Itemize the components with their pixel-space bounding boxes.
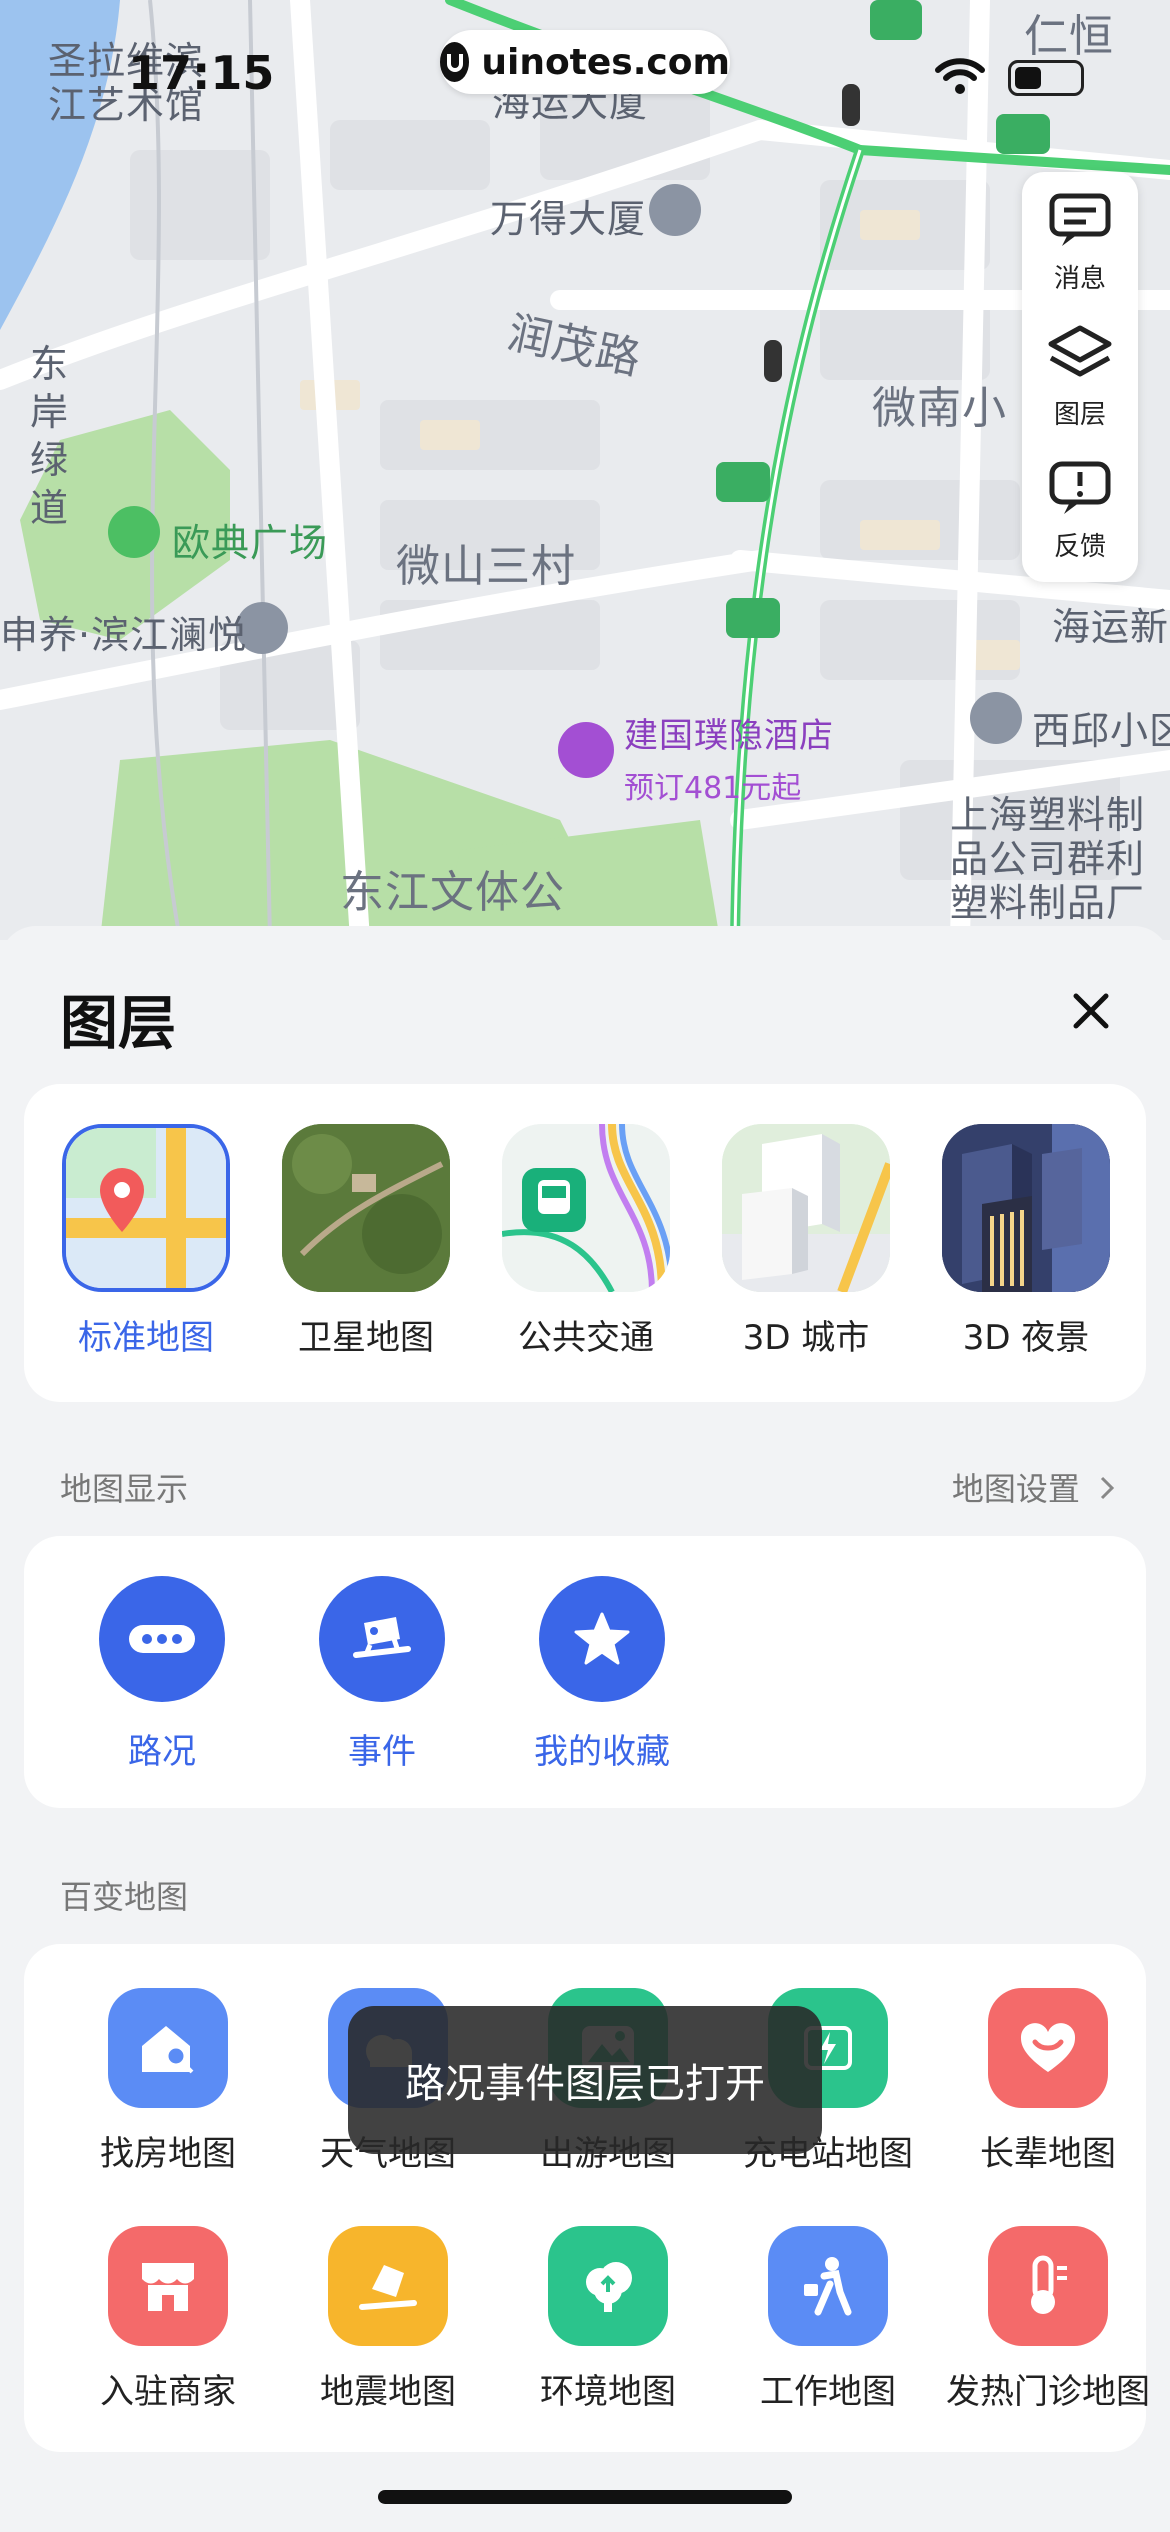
message-icon xyxy=(1048,192,1112,252)
heart-icon xyxy=(988,1988,1108,2108)
variety-label: 工作地图 xyxy=(760,2372,896,2412)
layer-transit[interactable]: 公共交通 xyxy=(502,1124,670,1359)
hotel-price: 预订481元起 xyxy=(624,771,802,806)
close-icon xyxy=(1056,993,1126,1050)
map-label: 东岸绿道 xyxy=(30,342,70,530)
close-button[interactable] xyxy=(1056,976,1126,1046)
layer-satellite[interactable]: 卫星地图 xyxy=(282,1124,450,1359)
layer-standard[interactable]: 标准地图 xyxy=(62,1124,230,1359)
house-search-icon xyxy=(108,1988,228,2108)
map-label: 申养·滨江澜悦 xyxy=(0,613,248,657)
variety-label: 地震地图 xyxy=(320,2372,456,2412)
watermark-text: uinotes.com xyxy=(481,41,730,83)
variety-label: 找房地图 xyxy=(100,2134,236,2174)
layers-sheet: 图层 标准地图 卫星地图 公共交通 3D 城市 3D 夜景 地图显示 地图设置 … xyxy=(0,926,1170,2532)
layer-label: 公共交通 xyxy=(518,1318,654,1358)
layer-label: 3D 夜景 xyxy=(962,1318,1090,1358)
map-label: 东江文体公 xyxy=(340,867,565,918)
map-label: 微南小 xyxy=(872,383,1007,434)
thermometer-icon xyxy=(988,2226,1108,2346)
environment-map-button[interactable]: 环境地图 xyxy=(498,2226,718,2413)
wifi-icon xyxy=(934,56,986,100)
layer-3d-night[interactable]: 3D 夜景 xyxy=(942,1124,1110,1359)
favorites-toggle[interactable]: 我的收藏 xyxy=(522,1576,682,1773)
map-view[interactable]: 圣拉维滨 江艺术馆 海运大厦 万得大厦 润茂路 东岸绿道 欧典广场 微山三村 申… xyxy=(0,0,1170,940)
house-map-button[interactable]: 找房地图 xyxy=(58,1988,278,2175)
variety-label: 发热门诊地图 xyxy=(946,2372,1150,2412)
chevron-right-icon xyxy=(1098,1472,1116,1510)
layers-label: 图层 xyxy=(1053,399,1106,430)
map-label: 欧典广场 xyxy=(172,521,329,565)
feedback-button[interactable]: 反馈 xyxy=(1022,446,1138,576)
star-icon xyxy=(539,1576,665,1702)
variety-maps-heading: 百变地图 xyxy=(60,1878,189,1916)
layer-3d-city[interactable]: 3D 城市 xyxy=(722,1124,890,1359)
transit-map-thumb xyxy=(502,1124,670,1292)
messages-label: 消息 xyxy=(1053,263,1106,294)
favorites-label: 我的收藏 xyxy=(534,1732,670,1772)
hotel-marker[interactable]: 建国璞隐酒店 预订481元起 xyxy=(624,708,834,807)
traffic-label: 路况 xyxy=(128,1732,196,1772)
feedback-icon xyxy=(1048,460,1112,520)
variety-label: 长辈地图 xyxy=(980,2134,1116,2174)
earthquake-icon xyxy=(328,2226,448,2346)
incident-toggle[interactable]: 事件 xyxy=(302,1576,462,1773)
earthquake-map-button[interactable]: 地震地图 xyxy=(278,2226,498,2413)
incident-label: 事件 xyxy=(348,1732,416,1772)
map-type-card: 标准地图 卫星地图 公共交通 3D 城市 3D 夜景 xyxy=(24,1084,1146,1402)
traffic-toggle[interactable]: 路况 xyxy=(82,1576,242,1773)
feedback-label: 反馈 xyxy=(1053,531,1106,562)
worker-icon xyxy=(768,2226,888,2346)
map-label: 海运新 xyxy=(1052,605,1170,649)
hotel-name: 建国璞隐酒店 xyxy=(624,716,834,756)
satellite-map-thumb xyxy=(282,1124,450,1292)
traffic-icon xyxy=(99,1576,225,1702)
watermark-logo-icon xyxy=(440,42,470,82)
fever-clinic-map-button[interactable]: 发热门诊地图 xyxy=(938,2226,1158,2413)
map-label: 微山三村 xyxy=(396,541,576,592)
shop-icon xyxy=(108,2226,228,2346)
3d-city-thumb xyxy=(722,1124,890,1292)
map-display-heading: 地图显示 xyxy=(60,1470,189,1508)
map-settings-label: 地图设置 xyxy=(951,1470,1080,1508)
standard-map-thumb xyxy=(62,1124,230,1292)
map-side-panel: 消息 图层 反馈 xyxy=(1022,172,1138,582)
layers-icon xyxy=(1047,324,1113,388)
variety-label: 入驻商家 xyxy=(100,2372,236,2412)
3d-night-thumb xyxy=(942,1124,1110,1292)
elder-map-button[interactable]: 长辈地图 xyxy=(938,1988,1158,2175)
map-label: 塑料制品厂 xyxy=(950,881,1146,925)
layer-label: 标准地图 xyxy=(78,1318,214,1358)
status-time: 17:15 xyxy=(128,46,275,100)
toast-message: 路况事件图层已打开 xyxy=(348,2006,822,2154)
map-label: 万得大厦 xyxy=(490,197,647,241)
incident-icon xyxy=(319,1576,445,1702)
merchant-button[interactable]: 入驻商家 xyxy=(58,2226,278,2413)
map-label: 西邱小区 xyxy=(1032,709,1170,753)
battery-icon xyxy=(1008,60,1084,96)
map-settings-link[interactable]: 地图设置 xyxy=(952,1464,1116,1510)
tree-icon xyxy=(548,2226,668,2346)
layer-label: 3D 城市 xyxy=(742,1318,870,1358)
watermark-pill: uinotes.com xyxy=(440,30,730,94)
work-map-button[interactable]: 工作地图 xyxy=(718,2226,938,2413)
map-display-card: 路况 事件 我的收藏 xyxy=(24,1536,1146,1808)
variety-label: 环境地图 xyxy=(540,2372,676,2412)
layer-label: 卫星地图 xyxy=(298,1318,434,1358)
status-bar: 17:15 uinotes.com xyxy=(0,0,1170,140)
home-indicator[interactable] xyxy=(378,2490,792,2504)
layers-button[interactable]: 图层 xyxy=(1022,312,1138,442)
messages-button[interactable]: 消息 xyxy=(1022,178,1138,308)
sheet-title: 图层 xyxy=(60,989,177,1057)
